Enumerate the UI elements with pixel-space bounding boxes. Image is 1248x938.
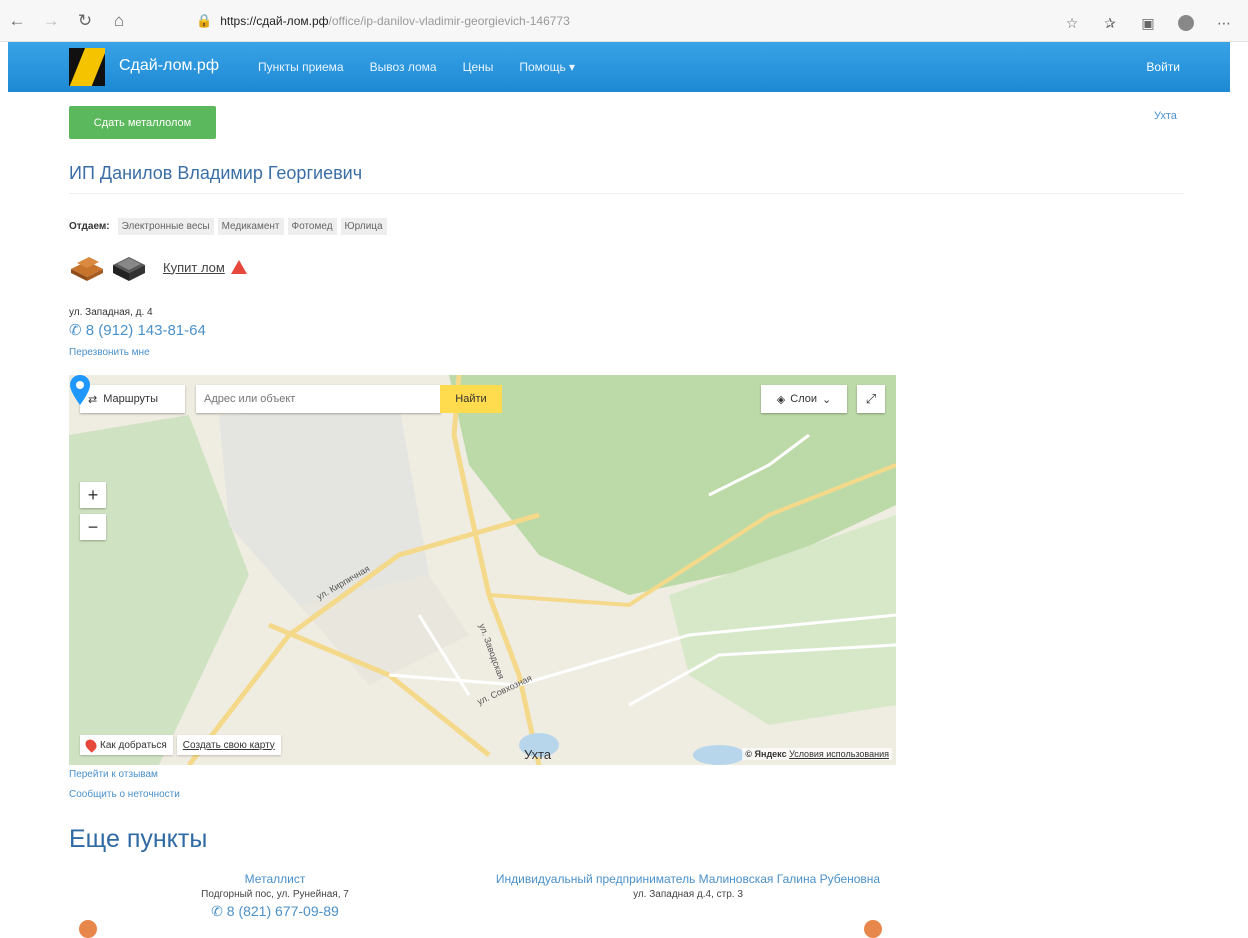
office-address: ул. Западная, д. 4: [69, 307, 153, 318]
layers-label: Слои: [790, 393, 817, 405]
point-phone-number[interactable]: 8 (821) 677-09-89: [227, 903, 339, 919]
fullscreen-icon[interactable]: ⤢: [857, 385, 885, 413]
report-error-link[interactable]: Сообщить о неточности: [69, 789, 180, 800]
map-find-button[interactable]: Найти: [440, 385, 502, 413]
zoom-out-button[interactable]: −: [80, 514, 106, 540]
accept-tag: Электронные весы: [117, 218, 214, 235]
collections-icon[interactable]: ▣: [1134, 6, 1162, 40]
point-card[interactable]: Металлист Подгорный пос, ул. Рунейная, 7…: [170, 872, 380, 920]
phone-number[interactable]: 8 (912) 143-81-64: [86, 322, 206, 339]
warning-icon: [230, 260, 247, 274]
callback-link[interactable]: Перезвонить мне: [69, 347, 150, 358]
url-path: /office/ip-danilov-vladimir-georgievich-…: [328, 14, 570, 28]
browser-toolbar: ← → ↻ ⌂ 🔒 https://сдай-лом.рф /office/ip…: [0, 0, 1248, 42]
site-logo-icon[interactable]: [69, 48, 105, 86]
page-title: ИП Данилов Владимир Георгиевич: [69, 163, 363, 183]
reload-icon[interactable]: ↻: [68, 4, 102, 38]
point-card[interactable]: Индивидуальный предприниматель Малиновск…: [478, 872, 898, 900]
back-icon[interactable]: ←: [0, 4, 34, 38]
profile-icon[interactable]: [1172, 6, 1200, 40]
point-phone[interactable]: ✆ 8 (821) 677-09-89: [170, 903, 380, 920]
point-address: Подгорный пос, ул. Рунейная, 7: [201, 889, 349, 900]
favorites-icon[interactable]: ✰: [1096, 6, 1124, 40]
map-layers-button[interactable]: ◈ Слои ⌄: [761, 385, 847, 413]
routes-button[interactable]: ⇄ Маршруты: [80, 385, 185, 413]
create-map-link[interactable]: Создать свою карту: [176, 735, 281, 755]
star-icon[interactable]: ☆: [1058, 6, 1086, 40]
reviews-link[interactable]: Перейти к отзывам: [69, 769, 158, 780]
more-points-title: Еще пункты: [69, 825, 208, 853]
login-link[interactable]: Войти: [1146, 60, 1180, 74]
more-icon[interactable]: ⋯: [1210, 6, 1238, 40]
material-icons-row: Купит лом: [69, 249, 247, 285]
brand-name[interactable]: Сдай-лом.рф: [119, 57, 219, 75]
forward-icon[interactable]: →: [34, 4, 68, 38]
carousel-next-icon[interactable]: [864, 920, 882, 938]
map-copyright: © Яндекс Условия использования: [742, 748, 892, 760]
divider: [69, 193, 1184, 194]
copper-bars-icon: [71, 257, 103, 281]
map-city-label: Ухта: [524, 747, 552, 762]
location-pin-icon[interactable]: [69, 375, 91, 405]
map-tiles: ул. Кирпичнаяул. Заводскаяул. Совхозная: [69, 375, 896, 765]
city-selector[interactable]: Ухта: [1154, 110, 1177, 122]
nav-link-prices[interactable]: Цены: [463, 60, 494, 74]
how-to-get-button[interactable]: Как добраться: [80, 735, 173, 755]
layers-icon: ◈: [776, 393, 786, 406]
buy-scrap-link[interactable]: Купит лом: [163, 260, 225, 275]
office-phone[interactable]: ✆ 8 (912) 143-81-64: [69, 321, 206, 339]
point-address: ул. Западная д.4, стр. 3: [633, 889, 743, 900]
address-bar[interactable]: 🔒 https://сдай-лом.рф /office/ip-danilov…: [196, 8, 1016, 34]
nav-link-points[interactable]: Пункты приема: [258, 60, 344, 74]
accept-tag: Медикамент: [217, 218, 284, 235]
how-to-get-label: Как добраться: [100, 739, 167, 751]
url-host: https://сдай-лом.рф: [220, 14, 329, 28]
nav-link-help[interactable]: Помощь ▾: [519, 60, 575, 74]
phone-icon: ✆: [69, 322, 86, 339]
map-search-input[interactable]: [196, 385, 441, 413]
accepts-row: Отдаем: Электронные весы Медикамент Фото…: [69, 218, 387, 235]
carousel-prev-icon[interactable]: [79, 920, 97, 938]
copyright-text: © Яндекс: [745, 749, 787, 759]
sell-scrap-button[interactable]: Сдать металлолом: [69, 106, 216, 139]
lock-icon: 🔒: [196, 13, 213, 28]
accepts-label: Отдаем:: [69, 221, 110, 232]
terms-link[interactable]: Условия использования: [789, 749, 889, 759]
routes-label: Маршруты: [103, 393, 159, 405]
accept-tag: Юрлица: [340, 218, 387, 235]
yandex-map[interactable]: ул. Кирпичная ул. Заводская ул. Совхозная …: [69, 375, 896, 765]
zoom-in-button[interactable]: +: [80, 482, 106, 508]
red-pin-icon: [83, 737, 99, 753]
point-name[interactable]: Индивидуальный предприниматель Малиновск…: [478, 872, 898, 886]
phone-icon: ✆: [211, 903, 227, 919]
chevron-down-icon: ⌄: [822, 393, 832, 406]
steel-block-icon: [113, 257, 145, 281]
nav-link-removal[interactable]: Вывоз лома: [370, 60, 437, 74]
home-icon[interactable]: ⌂: [102, 4, 136, 38]
accept-tag: Фотомед: [287, 218, 337, 235]
point-name[interactable]: Металлист: [170, 872, 380, 886]
site-navbar: Сдай-лом.рф Пункты приема Вывоз лома Цен…: [8, 42, 1230, 92]
